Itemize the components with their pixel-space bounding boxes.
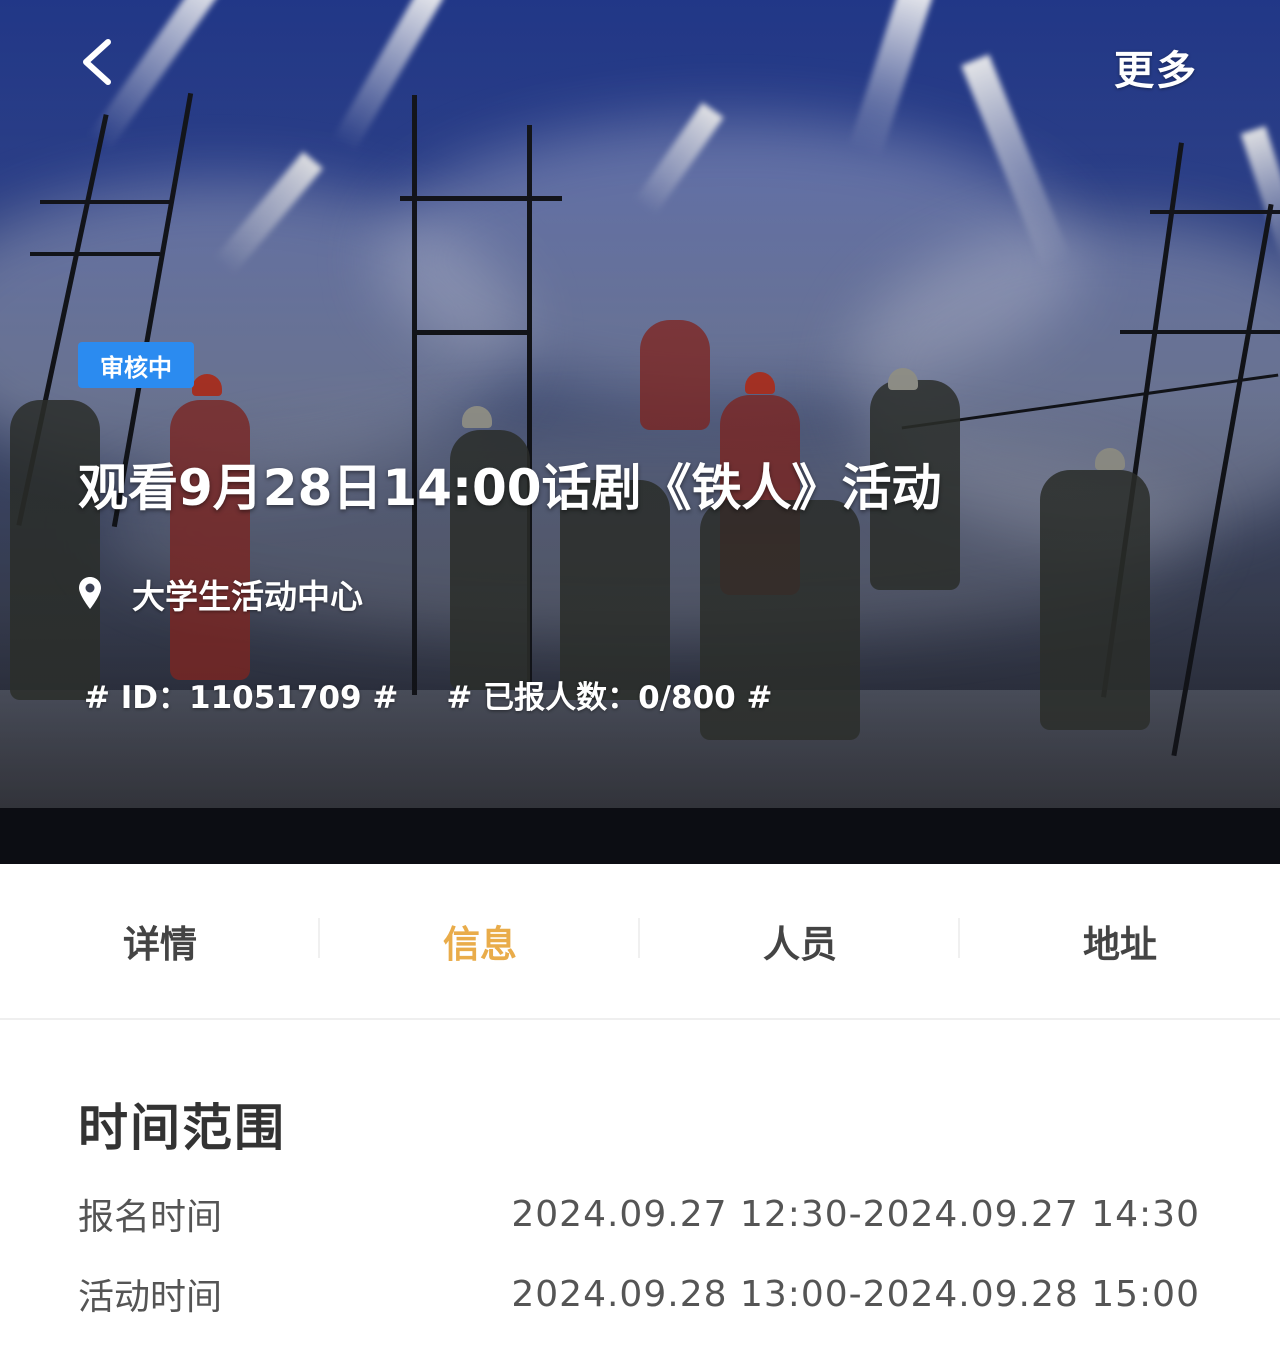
more-button[interactable]: 更多: [1114, 38, 1198, 96]
status-badge: 审核中: [78, 342, 194, 388]
location-row[interactable]: 大学生活动中心: [78, 570, 363, 618]
tab-info[interactable]: 信息: [320, 864, 640, 1018]
event-time-label: 活动时间: [78, 1277, 223, 1318]
chevron-left-icon: [83, 39, 111, 85]
location-text: 大学生活动中心: [132, 577, 363, 616]
signup-time-row: 报名时间 2024.09.27 12:30-2024.09.27 14:30: [78, 1188, 1200, 1240]
hero-banner: [0, 0, 1280, 864]
signup-time-value: 2024.09.27 12:30-2024.09.27 14:30: [511, 1193, 1200, 1235]
back-button[interactable]: [70, 32, 130, 92]
tab-label: 信息: [443, 923, 517, 966]
signup-count: # 已报人数：0/800 #: [446, 680, 773, 716]
event-meta: # ID：11051709 # # 已报人数：0/800 #: [84, 672, 773, 717]
tab-label: 详情: [123, 923, 197, 966]
section-title: 时间范围: [78, 1099, 286, 1157]
tab-address[interactable]: 地址: [960, 864, 1280, 1018]
event-id: # ID：11051709 #: [84, 680, 399, 716]
location-pin-icon: [79, 577, 101, 609]
tab-bar: 详情 信息 人员 地址: [0, 864, 1280, 1020]
tab-details[interactable]: 详情: [0, 864, 320, 1018]
tab-members[interactable]: 人员: [640, 864, 960, 1018]
event-time-value: 2024.09.28 13:00-2024.09.28 15:00: [511, 1273, 1200, 1315]
tab-label: 人员: [763, 923, 837, 966]
event-time-row: 活动时间 2024.09.28 13:00-2024.09.28 15:00: [78, 1268, 1200, 1320]
event-title: 观看9月28日14:00话剧《铁人》活动: [78, 459, 942, 517]
info-section: 时间范围 报名时间 2024.09.27 12:30-2024.09.27 14…: [0, 1020, 1280, 1363]
tab-label: 地址: [1083, 923, 1157, 966]
signup-time-label: 报名时间: [78, 1197, 223, 1238]
